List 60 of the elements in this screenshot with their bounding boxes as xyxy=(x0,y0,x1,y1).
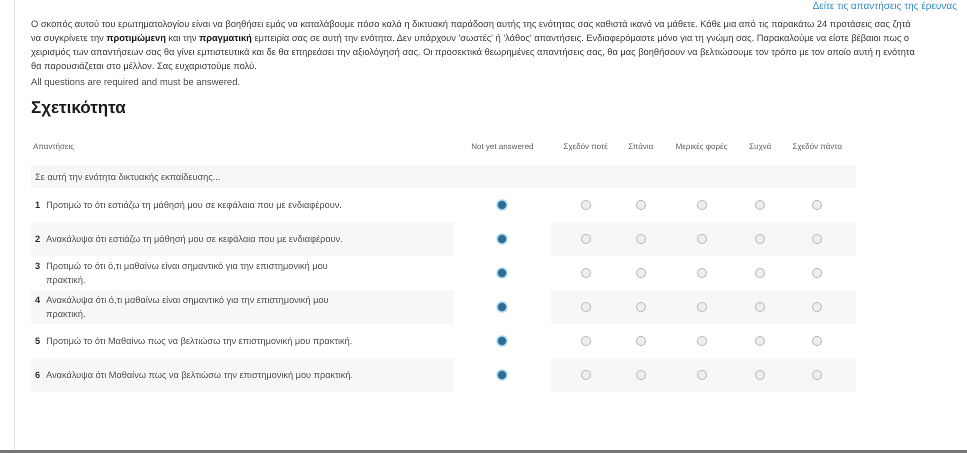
column-header: Απαντήσεις xyxy=(31,126,454,166)
radio-button[interactable] xyxy=(755,200,766,210)
question-number: 5 xyxy=(35,335,40,348)
radio-button[interactable] xyxy=(812,268,822,278)
radio-button[interactable] xyxy=(696,302,707,312)
radio-button[interactable] xyxy=(497,200,508,210)
question-text: Προτιμώ το ότι ό,τι μαθαίνω είναι σημαντικό για την επιστημονική μου πρακτική. xyxy=(46,260,329,287)
question-number: 4 xyxy=(35,294,40,307)
question-text: Προτιμώ το ότι Μαθαίνω πως να βελτιώσω την επιστημονική μου πρακτική. xyxy=(46,335,352,348)
column-header: Σπάνια xyxy=(620,126,662,166)
survey-responses-link[interactable]: Δείτε τις απαντήσεις της έρευνας xyxy=(812,1,957,13)
radio-button[interactable] xyxy=(696,234,707,244)
radio-button[interactable] xyxy=(755,302,766,312)
radio-button[interactable] xyxy=(580,336,591,346)
required-note: All questions are required and must be answered. xyxy=(31,77,242,88)
radio-button[interactable] xyxy=(696,200,707,210)
column-header: Σχεδόν ποτέ xyxy=(550,126,620,166)
question-text: Ανακάλυψα ότι Μαθαίνω πως να βελτιώσω την επιστημονική μου πρακτική. xyxy=(46,369,354,382)
section-title: Σχετικότητα xyxy=(31,98,127,118)
radio-button[interactable] xyxy=(636,200,646,210)
radio-button[interactable] xyxy=(497,268,508,278)
radio-button[interactable] xyxy=(580,234,591,244)
radio-button[interactable] xyxy=(812,336,822,346)
radio-button[interactable] xyxy=(755,268,766,278)
column-header: Not yet answered xyxy=(454,126,551,166)
radio-button[interactable] xyxy=(755,370,766,380)
question-text: Προτιμώ το ότι εστιάζω τη μάθησή μου σε κεφάλαια που με ενδιαφέρουν. xyxy=(46,199,342,212)
question-text: Ανακάλυψα ότι ό,τι μαθαίνω είναι σημαντικό για την επιστημονική μου πρακτική. xyxy=(46,294,330,321)
radio-button[interactable] xyxy=(755,336,766,346)
radio-button[interactable] xyxy=(755,234,766,244)
group-label: Σε αυτή την ενότητα δικτυακής εκπαίδευσης... xyxy=(31,166,856,188)
radio-button[interactable] xyxy=(696,336,707,346)
radio-button[interactable] xyxy=(636,370,646,380)
radio-button[interactable] xyxy=(812,234,822,244)
radio-button[interactable] xyxy=(812,370,822,380)
column-header: Σχεδόν πάντα xyxy=(778,126,856,166)
radio-button[interactable] xyxy=(497,302,508,312)
question-number: 1 xyxy=(35,199,40,212)
radio-button[interactable] xyxy=(636,234,646,244)
column-header: Συχνά xyxy=(742,126,778,166)
question-number: 2 xyxy=(35,233,40,246)
column-header: Μερικές φορές xyxy=(661,126,742,166)
radio-button[interactable] xyxy=(636,336,646,346)
radio-button[interactable] xyxy=(580,302,591,312)
radio-button[interactable] xyxy=(636,302,646,312)
question-text: Ανακάλυψα ότι εστιάζω τη μάθησή μου σε κεφάλαια που με ενδιαφέρουν. xyxy=(46,233,343,246)
radio-button[interactable] xyxy=(580,200,591,210)
intro-paragraph: Ο σκοπός αυτού του ερωτηματολογίου είναι να βοηθήσει εμάς να καταλάβουμε πόσο καλά η δικτυακή παράδοση αυτής της ενότητας σας καθιστά ικανό να μάθετε. Κάθε μια από τις παρακάτω 24 προτάσεις σας ζητά να συγκρίνετε την προτιμώμενη και την πραγματική εμπειρία σας σε αυτή την ενότητα. Δεν υπάρχουν 'σωστές' ή 'λάθος' απαντήσεις. Ενδιαφερόμαστε μόνο για τη γνώμη σας. Παρακαλούμε να είστε βέβαιοι πως ο χειρισμός των απαντήσεων σας θα γίνει εμπιστευτικά και δε θα επηρεάσει την αξιολόγησή σας. Οι προσεκτικά θεωρημένες απαντήσεις σας, θα μας βοηθήσουν να βελτιώσουμε τον τρόπο με τον οποίο αυτή η ενότητα θα παρουσιάζεται στο μέλλον. Σας ευχαριστούμε πολύ. xyxy=(31,18,916,73)
radio-button[interactable] xyxy=(812,302,822,312)
radio-button[interactable] xyxy=(636,268,646,278)
question-number: 3 xyxy=(35,260,40,273)
radio-button[interactable] xyxy=(696,268,707,278)
radio-button[interactable] xyxy=(580,370,591,380)
radio-button[interactable] xyxy=(696,370,707,380)
radio-button[interactable] xyxy=(812,200,822,210)
radio-button[interactable] xyxy=(497,370,508,380)
question-number: 6 xyxy=(35,369,40,382)
radio-button[interactable] xyxy=(580,268,591,278)
radio-button[interactable] xyxy=(497,234,508,244)
radio-button[interactable] xyxy=(497,336,508,346)
